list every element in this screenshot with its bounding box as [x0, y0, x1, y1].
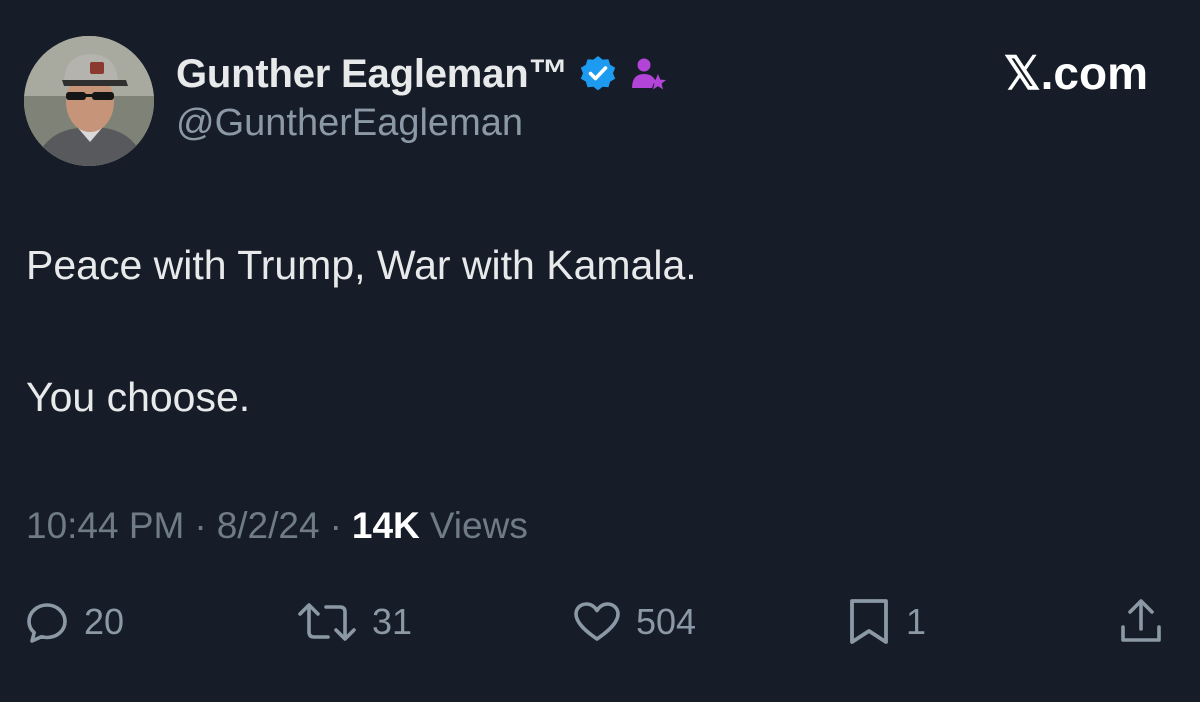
repost-count: 31	[372, 601, 413, 642]
affiliate-badge-icon[interactable]	[628, 54, 668, 94]
tweet-time[interactable]: 10:44 PM	[26, 505, 184, 547]
like-button[interactable]: 504	[572, 592, 696, 652]
like-count: 504	[636, 601, 697, 642]
reply-button[interactable]: 20	[24, 592, 124, 652]
repost-button[interactable]: 31	[296, 592, 412, 652]
source-watermark: 𝕏.com	[1003, 47, 1148, 99]
bookmark-icon	[850, 599, 888, 644]
views-count: 14K	[351, 505, 420, 546]
author-display-name[interactable]: Gunther Eagleman™	[176, 52, 568, 97]
share-icon	[1121, 599, 1161, 642]
bookmark-button[interactable]: 1	[846, 592, 926, 652]
verified-badge-icon[interactable]	[578, 54, 618, 94]
tweet-text-line: Peace with Trump, War with Kamala.	[26, 242, 697, 288]
tweet-meta: 10:44 PM · 8/2/24 · 14K Views	[26, 505, 528, 547]
reply-count: 20	[84, 601, 125, 642]
bookmark-count: 1	[906, 601, 927, 642]
meta-separator: ·	[194, 505, 207, 546]
views-label: Views	[429, 505, 528, 546]
author-handle[interactable]: @GuntherEagleman	[176, 102, 523, 145]
tweet-date[interactable]: 8/2/24	[217, 505, 320, 547]
share-button[interactable]	[1118, 592, 1164, 652]
meta-separator: ·	[329, 505, 342, 546]
tweet-text-line: You choose.	[26, 374, 251, 420]
repost-icon	[298, 603, 356, 641]
like-icon	[574, 602, 620, 641]
author-row: Gunther Eagleman™	[176, 46, 668, 102]
tweet-card: Gunther Eagleman™ @GuntherEagleman 𝕏.com…	[0, 0, 1200, 702]
action-bar: 20 31 504 1	[0, 592, 1200, 652]
avatar-image	[24, 36, 154, 166]
avatar[interactable]	[24, 36, 154, 166]
reply-icon	[27, 603, 67, 643]
